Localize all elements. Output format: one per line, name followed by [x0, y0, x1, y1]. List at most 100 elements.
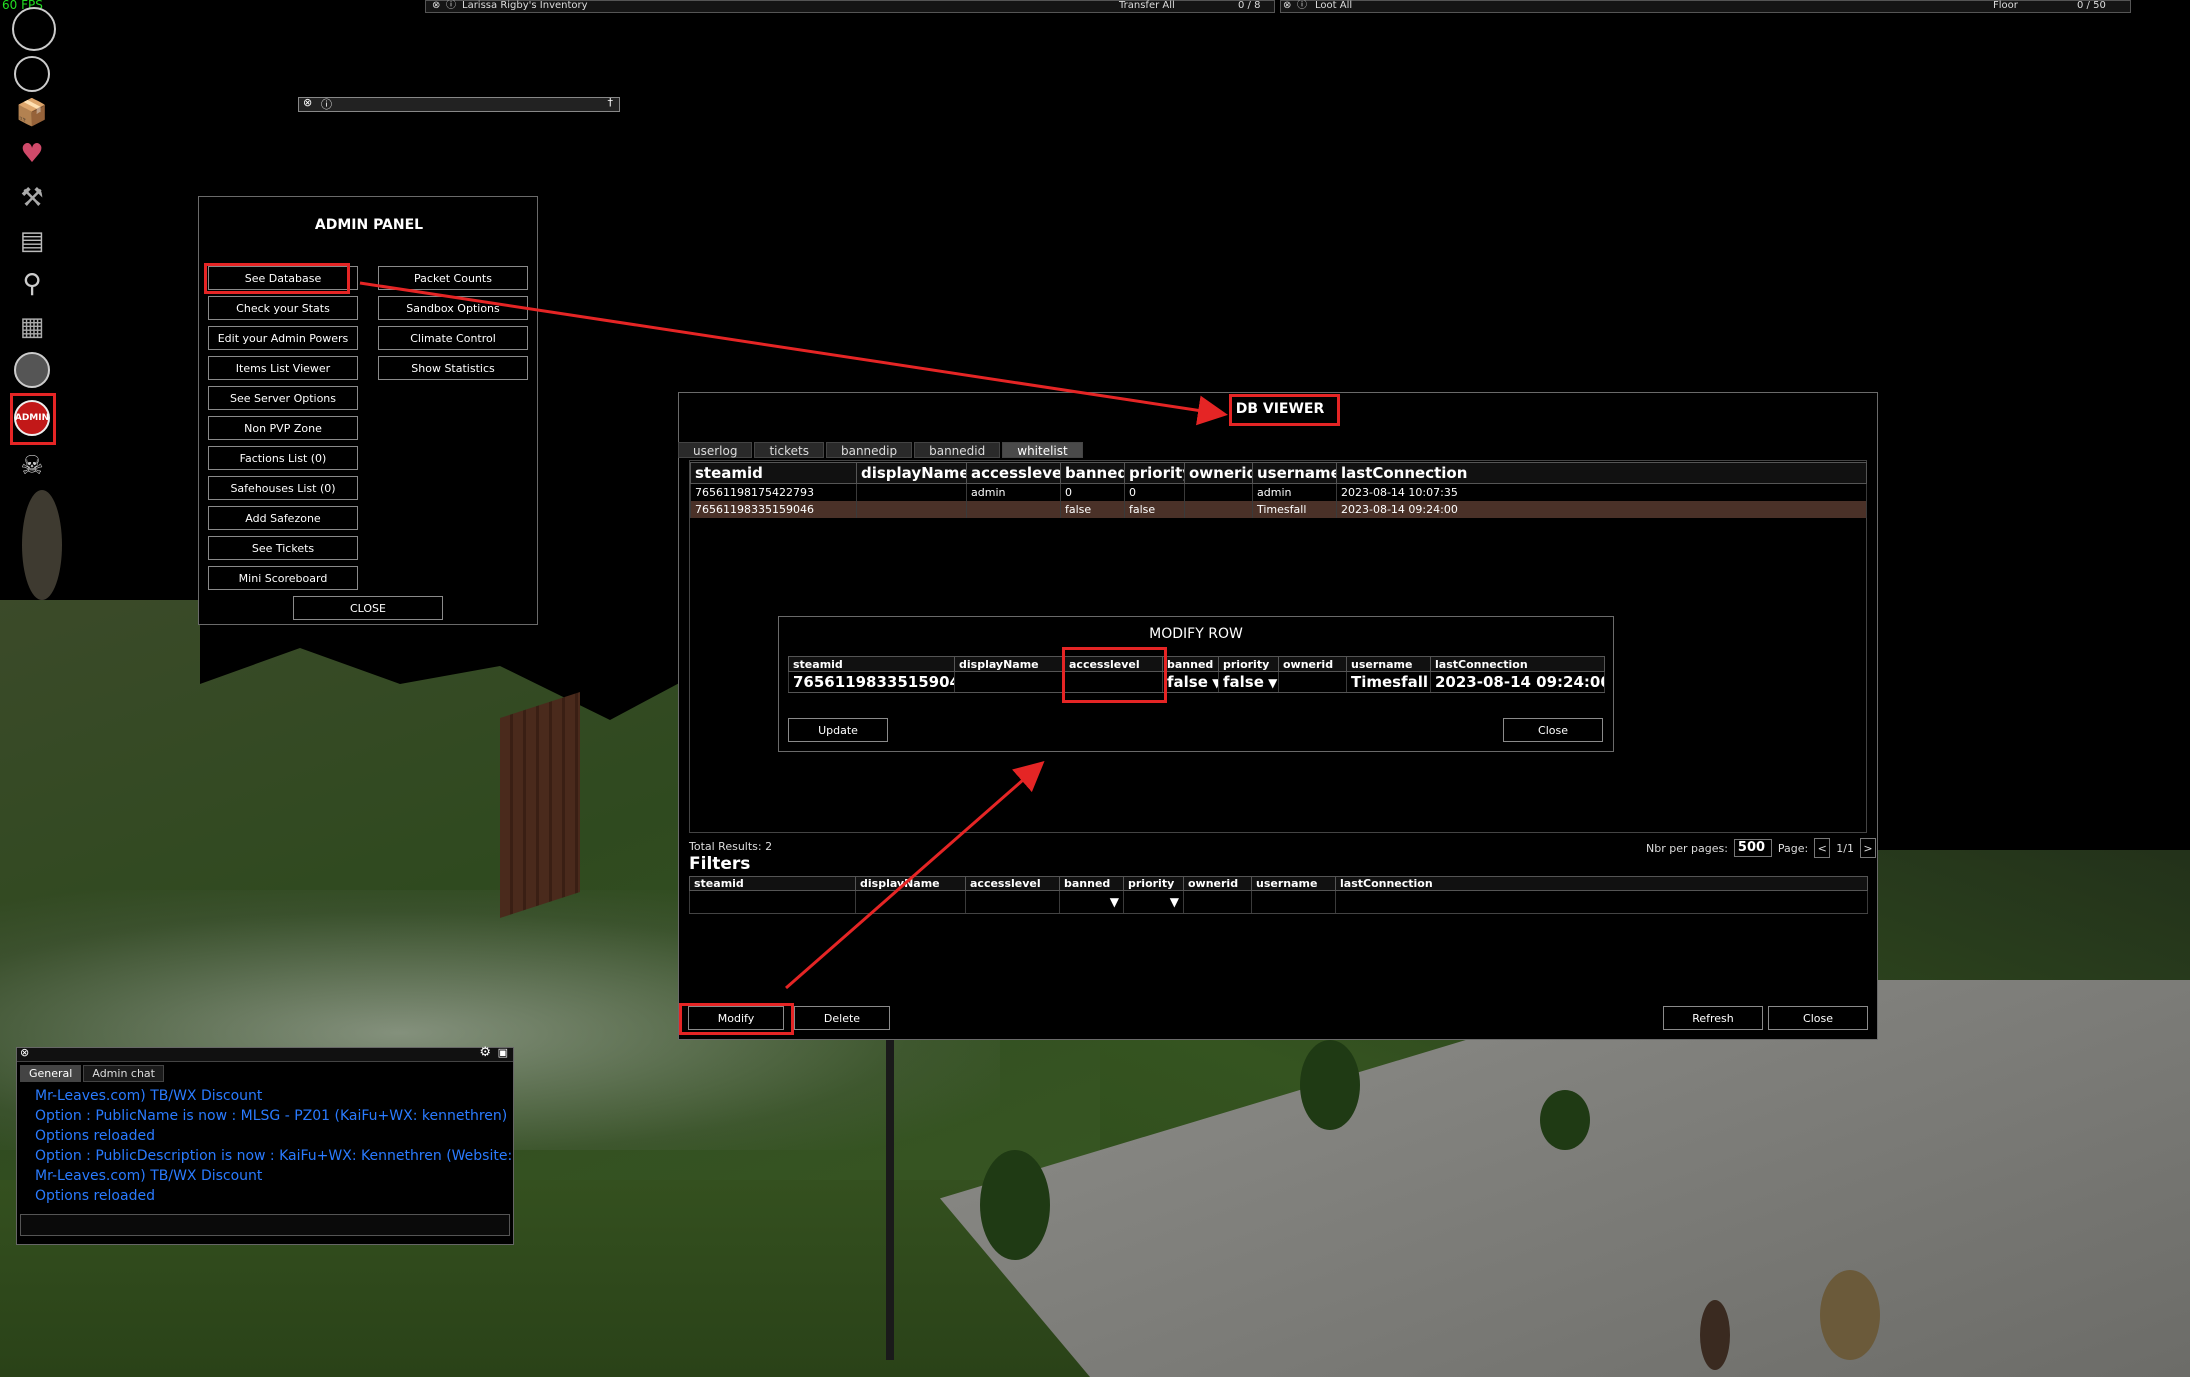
refresh-button[interactable]: Refresh — [1663, 1006, 1763, 1030]
see-server-options-button[interactable]: See Server Options — [208, 386, 358, 410]
non-pvp-zone-button[interactable]: Non PVP Zone — [208, 416, 358, 440]
chat-titlebar[interactable]: ⊗ ⚙ ▣ — [17, 1045, 513, 1062]
banned-dropdown[interactable]: false — [1162, 671, 1219, 693]
filter-ownerid-input[interactable] — [1183, 890, 1252, 914]
search-magnifier-icon[interactable]: ⚲ — [12, 264, 52, 304]
delete-button[interactable]: Delete — [794, 1006, 890, 1030]
filter-lastconnection-input[interactable] — [1335, 890, 1868, 914]
filter-banned-dropdown[interactable]: ▼ — [1059, 890, 1124, 914]
add-safezone-button[interactable]: Add Safezone — [208, 506, 358, 530]
journal-book-icon[interactable]: ▤ — [12, 221, 52, 261]
info-icon[interactable]: ⓘ — [446, 1, 456, 11]
empty-window[interactable]: ⊗ ⓘ † — [298, 96, 620, 112]
tab-tickets[interactable]: tickets — [754, 442, 824, 458]
sandbox-options-button[interactable]: Sandbox Options — [378, 296, 528, 320]
close-icon[interactable]: ⊗ — [20, 1046, 29, 1059]
mini-scoreboard-button[interactable]: Mini Scoreboard — [208, 566, 358, 590]
nbr-per-pages-input[interactable]: 500 — [1733, 839, 1772, 857]
column-header: priority — [1218, 656, 1279, 672]
priority-dropdown[interactable]: false — [1218, 671, 1279, 693]
ownerid-field[interactable] — [1278, 671, 1347, 693]
db-close-button[interactable]: Close — [1768, 1006, 1868, 1030]
close-icon[interactable]: ⊗ — [432, 1, 440, 11]
modify-close-button[interactable]: Close — [1503, 718, 1603, 742]
admin-badge-icon[interactable]: ADMIN — [14, 400, 50, 436]
check-stats-button[interactable]: Check your Stats — [208, 296, 358, 320]
lastconnection-field[interactable]: 2023-08-14 09:24:00 — [1430, 671, 1605, 693]
tab-userlog[interactable]: userlog — [678, 442, 753, 458]
admin-panel[interactable]: ADMIN PANEL — [198, 196, 538, 625]
filter-username-input[interactable] — [1251, 890, 1336, 914]
loot-all-button[interactable]: Loot All — [1315, 1, 1352, 11]
username-field[interactable]: Timesfall — [1346, 671, 1431, 693]
column-header[interactable]: displayName — [856, 462, 967, 484]
tab-admin-chat[interactable]: Admin chat — [83, 1065, 164, 1082]
inventory-bar[interactable]: ⊗ ⓘ Larissa Rigby's Inventory Transfer A… — [425, 0, 1275, 13]
lock-icon[interactable]: ▣ — [498, 1046, 508, 1059]
packet-counts-button[interactable]: Packet Counts — [378, 266, 528, 290]
safehouses-list-button[interactable]: Safehouses List (0) — [208, 476, 358, 500]
filter-accesslevel-input[interactable] — [965, 890, 1060, 914]
status-circle-icon[interactable] — [12, 7, 56, 51]
zombie-skull-icon[interactable]: ☠ — [12, 446, 52, 486]
column-header[interactable]: username — [1252, 462, 1337, 484]
chat-window[interactable]: ⊗ ⚙ ▣ General Admin chat Mr-Leaves.com) … — [16, 1045, 514, 1245]
chat-log: Mr-Leaves.com) TB/WX Discount Option : P… — [35, 1086, 513, 1206]
column-header[interactable]: accesslevel — [966, 462, 1061, 484]
filter-steamid-input[interactable] — [689, 890, 856, 914]
filter-displayname-input[interactable] — [855, 890, 966, 914]
accesslevel-field[interactable] — [1064, 671, 1163, 693]
close-icon[interactable]: ⊗ — [303, 96, 312, 109]
inventory-box-icon[interactable]: 📦 — [12, 93, 52, 133]
table-cell: 2023-08-14 09:24:00 — [1336, 501, 1867, 518]
info-icon[interactable]: ⓘ — [1297, 1, 1307, 11]
player-character[interactable] — [22, 490, 62, 600]
crafting-hammer-icon[interactable]: ⚒ — [12, 178, 52, 218]
status-circle-icon[interactable] — [14, 56, 50, 92]
loot-bar[interactable]: ⊗ ⓘ Loot All Floor 0 / 50 — [1280, 0, 2131, 13]
tab-bannedid[interactable]: bannedid — [914, 442, 1001, 458]
see-database-button[interactable]: See Database — [208, 266, 358, 290]
update-button[interactable]: Update — [788, 718, 888, 742]
factions-list-button[interactable]: Factions List (0) — [208, 446, 358, 470]
see-tickets-button[interactable]: See Tickets — [208, 536, 358, 560]
bush — [1540, 1090, 1590, 1150]
column-header[interactable]: steamid — [690, 462, 857, 484]
page-next-button[interactable]: > — [1859, 838, 1876, 858]
tab-bannedip[interactable]: bannedip — [825, 442, 913, 458]
column-header: accesslevel — [1064, 656, 1163, 672]
table-row[interactable]: 76561198175422793 admin 0 0 admin 2023-0… — [690, 483, 1867, 501]
column-header[interactable]: priority — [1124, 462, 1185, 484]
info-icon[interactable]: ⓘ — [321, 96, 332, 112]
displayname-field[interactable] — [954, 671, 1065, 693]
pin-icon[interactable]: † — [608, 96, 614, 109]
column-header[interactable]: banned — [1060, 462, 1125, 484]
steamid-field[interactable]: 76561198335159046 — [788, 671, 955, 693]
survivor[interactable] — [1700, 1300, 1730, 1370]
gear-icon[interactable]: ⚙ — [479, 1045, 491, 1060]
climate-control-button[interactable]: Climate Control — [378, 326, 528, 350]
tab-whitelist[interactable]: whitelist — [1002, 442, 1083, 458]
column-header[interactable]: ownerid — [1184, 462, 1253, 484]
modify-button[interactable]: Modify — [688, 1006, 784, 1030]
inventory-weight: 0 / 8 — [1238, 0, 1261, 11]
banned-value: false — [1167, 673, 1208, 691]
column-header[interactable]: lastConnection — [1336, 462, 1867, 484]
page-prev-button[interactable]: < — [1814, 838, 1831, 858]
survivor[interactable] — [1820, 1270, 1880, 1360]
show-statistics-button[interactable]: Show Statistics — [378, 356, 528, 380]
filter-priority-dropdown[interactable]: ▼ — [1123, 890, 1184, 914]
map-icon[interactable]: ▦ — [12, 307, 52, 347]
transfer-all-button[interactable]: Transfer All — [1119, 1, 1175, 11]
close-icon[interactable]: ⊗ — [1283, 1, 1291, 11]
health-heart-icon[interactable]: ♥ — [12, 134, 52, 174]
table-cell: false — [1124, 501, 1185, 518]
column-header: banned — [1059, 876, 1124, 891]
admin-panel-close-button[interactable]: CLOSE — [293, 596, 443, 620]
safehouse-badge-icon[interactable] — [14, 352, 50, 388]
items-list-viewer-button[interactable]: Items List Viewer — [208, 356, 358, 380]
edit-admin-powers-button[interactable]: Edit your Admin Powers — [208, 326, 358, 350]
tab-general[interactable]: General — [20, 1065, 82, 1082]
chat-input[interactable] — [20, 1214, 510, 1236]
table-row-selected[interactable]: 76561198335159046 false false Timesfall … — [690, 501, 1867, 518]
